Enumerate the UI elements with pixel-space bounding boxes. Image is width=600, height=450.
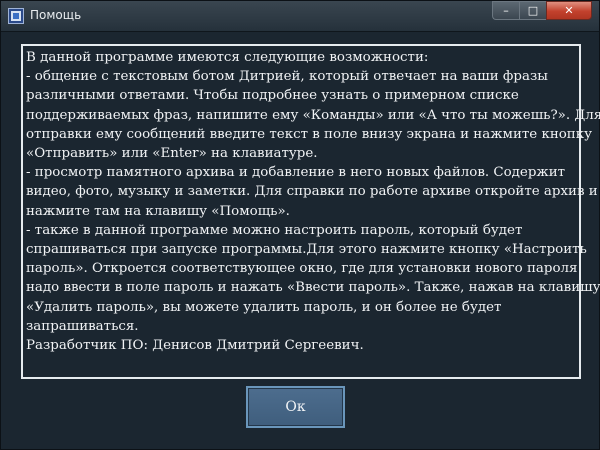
help-line: - просмотр памятного архива и добавление…: [26, 165, 566, 181]
window-title: Помощь: [30, 8, 82, 22]
help-line: В данной программе имеются следующие воз…: [26, 50, 429, 65]
app-icon: [8, 8, 24, 24]
help-line: «Удалить пароль», вы можете удалить паро…: [26, 299, 502, 315]
help-line: - также в данной программе можно настрои…: [26, 222, 523, 238]
close-icon: ✕: [564, 4, 574, 17]
help-line: пароль». Откроется соответствующее окно,…: [26, 261, 578, 277]
help-line: нажмите там на клавишу «Помощь».: [26, 203, 290, 219]
help-line: «Отправить» или «Enter» на клавиатуре.: [26, 146, 318, 162]
close-button[interactable]: ✕: [546, 1, 592, 20]
ok-button[interactable]: Ок: [246, 386, 345, 428]
maximize-icon: □: [527, 4, 539, 17]
help-line: запрашиваться.: [26, 318, 139, 334]
minimize-icon: –: [503, 4, 509, 17]
help-line: различными ответами. Чтобы подробнее узн…: [26, 88, 519, 104]
help-text: В данной программе имеются следующие воз…: [26, 48, 600, 355]
help-line: отправки ему сообщений введите текст в п…: [26, 126, 592, 142]
maximize-button[interactable]: □: [519, 1, 546, 20]
help-line: спрашиваться при запуске программы.Для э…: [26, 242, 587, 258]
title-bar[interactable]: Помощь – □ ✕: [1, 1, 599, 32]
help-text-box[interactable]: В данной программе имеются следующие воз…: [21, 44, 600, 379]
help-line: надо ввести в поле пароль и нажать «Ввес…: [26, 280, 600, 296]
minimize-button[interactable]: –: [492, 1, 519, 20]
help-line: поддерживаемых фраз, напишите ему «Коман…: [26, 107, 600, 123]
help-line: Разработчик ПО: Денисов Дмитрий Сергееви…: [26, 338, 364, 354]
help-line: видео, фото, музыку и заметки. Для справ…: [26, 184, 598, 200]
help-line: - общение с текстовым ботом Дитрией, кот…: [26, 69, 548, 85]
help-window: Помощь – □ ✕ В данной программе имеются …: [0, 0, 600, 450]
